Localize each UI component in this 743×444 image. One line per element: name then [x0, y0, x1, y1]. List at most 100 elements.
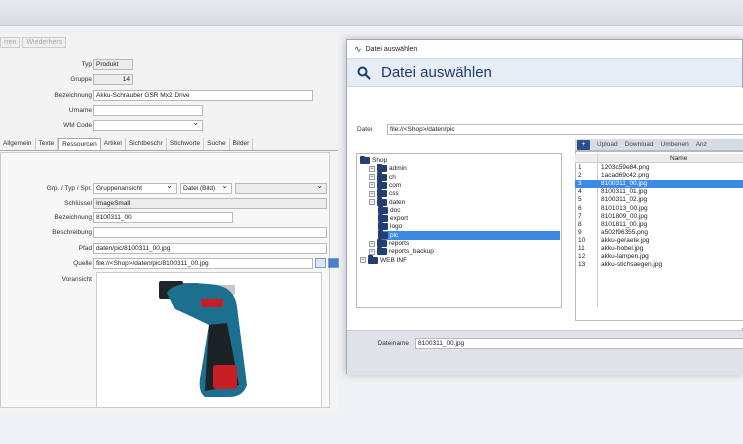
quelle-field[interactable]: file://<Shop>/daten/pic/8100311_00.jpg [93, 258, 313, 269]
expand-toggle[interactable]: + [369, 248, 375, 255]
file-name: akku-geraete.jpg [601, 236, 650, 244]
file-row[interactable]: 8 8101811_00.jpg [575, 221, 743, 229]
file-row[interactable]: 10 akku-geraete.jpg [575, 237, 743, 245]
file-row[interactable]: 2 1acad69c42.png [575, 172, 743, 180]
expand-toggle[interactable]: + [369, 165, 375, 172]
quelle-label: Quelle [73, 260, 92, 267]
folder-icon [368, 255, 378, 264]
urname-label: Urname [68, 107, 92, 114]
browse-button[interactable] [315, 258, 326, 268]
tab-artikel[interactable]: Artikel [101, 138, 126, 150]
beschreibung-field[interactable] [93, 227, 327, 238]
file-list-header: Name [575, 154, 743, 163]
file-row[interactable]: 13 akku-stichsaegen.jpg [575, 261, 743, 269]
file-row[interactable]: 1 1203c59e84.png [575, 164, 743, 172]
file-name: 1203c59e84.png [601, 164, 650, 171]
file-row[interactable]: 12 akku-lampen.jpg [575, 253, 743, 261]
gruppe-label: Gruppe [70, 76, 92, 83]
voransicht-label: Voransicht [61, 276, 92, 283]
file-name: akku-hobel.jpg [601, 245, 644, 252]
expand-toggle[interactable]: + [369, 190, 375, 197]
expand-toggle[interactable]: + [360, 257, 366, 264]
file-row-number: 9 [578, 228, 582, 236]
tab-suche[interactable]: Suche [204, 138, 230, 150]
tree-node-label: ch [389, 173, 396, 181]
gruppe-field[interactable]: 14 [93, 74, 133, 85]
typ-field[interactable]: Produkt [93, 59, 133, 70]
download-button[interactable]: Download [625, 141, 654, 148]
tree-node-label: reports [389, 240, 410, 247]
tree-node-label: pic [390, 231, 399, 239]
restore-button[interactable]: Wiederhers [22, 37, 67, 48]
tab-stichworte[interactable]: Stichworte [167, 138, 205, 150]
rename-button[interactable]: rren [0, 37, 21, 48]
dialog-header: Datei auswählen [347, 59, 742, 87]
beschreibung-label: Beschreibung [52, 229, 92, 236]
tab-sichtbeschr[interactable]: Sichtbeschr [126, 138, 167, 150]
view-button[interactable]: Anz [696, 141, 707, 148]
expand-toggle[interactable]: − [369, 199, 375, 205]
drill-image [159, 281, 247, 397]
schluessel-field[interactable]: ImageSmall [93, 198, 327, 209]
res-bezeichnung-field[interactable]: 8100311_00 [93, 212, 233, 223]
folder-icon [360, 155, 370, 164]
tab-ressourcen[interactable]: Ressourcen [58, 138, 101, 150]
tab-allgemein[interactable]: Allgemein [0, 138, 36, 150]
search-icon [357, 66, 371, 80]
file-row-number: 8 [578, 220, 582, 228]
tree-node-web-inf[interactable]: + WEB INF [360, 255, 407, 265]
file-row-number: 6 [578, 204, 582, 212]
open-button[interactable] [328, 258, 339, 268]
wmcode-select[interactable] [93, 120, 203, 131]
filename-field[interactable]: 8100311_00.jpg [415, 338, 743, 349]
upload-button[interactable]: Upload [597, 141, 618, 148]
bezeichnung-field[interactable]: Akku-Schrauber GSR Mx2 Drive [93, 90, 313, 101]
file-row[interactable]: 3 8100311_00.jpg [575, 180, 743, 189]
dialog-titlebar: ∿ Datei auswählen [347, 40, 742, 59]
file-row[interactable]: 4 8100311_01.jpg [575, 188, 743, 196]
expand-toggle[interactable]: + [369, 240, 375, 247]
tab-bilder[interactable]: Bilder [230, 138, 254, 150]
dialog-footer: Dateiname 8100311_00.jpg [347, 330, 743, 375]
file-row-number: 12 [578, 253, 586, 261]
grp-label: Grp. / Typ / Spr. [46, 185, 92, 192]
file-name: 8101809_00.jpg [601, 212, 648, 220]
typ-select[interactable]: Datei (Bild) [180, 183, 232, 194]
file-row-number: 1 [578, 164, 582, 171]
file-row[interactable]: 6 8101013_00.jpg [575, 205, 743, 213]
dialog-title: Datei auswählen [365, 45, 418, 53]
tab-texte[interactable]: Texte [36, 138, 59, 150]
col-name[interactable]: Name [670, 155, 687, 162]
gruppenansicht-select[interactable]: Gruppenansicht [93, 183, 177, 194]
app-icon: ∿ [354, 43, 362, 54]
file-row[interactable]: 7 8101809_00.jpg [575, 213, 743, 221]
tree-node-label: export [390, 215, 409, 223]
folder-icon [377, 238, 387, 247]
file-name: akku-stichsaegen.jpg [601, 261, 663, 269]
file-toolbar: + Upload Download Umbenen Anz [575, 139, 743, 151]
file-row-number: 4 [578, 188, 582, 196]
pfad-field[interactable]: daten/pic/8100311_00.jpg [93, 243, 327, 254]
file-row[interactable]: 11 akku-hobel.jpg [575, 245, 743, 253]
file-name: 1acad69c42.png [601, 172, 650, 180]
tree-node-label: logo [390, 223, 403, 231]
new-folder-icon[interactable]: + [577, 139, 590, 150]
wmcode-label: WM Code [63, 122, 92, 129]
file-row-number: 13 [578, 261, 586, 269]
folder-icon [378, 230, 388, 239]
rename-file-button[interactable]: Umbenen [661, 141, 689, 148]
bezeichnung-label: Bezeichnung [54, 92, 92, 99]
tree-node-label: doc [390, 206, 401, 214]
expand-toggle[interactable]: + [369, 174, 375, 181]
file-row-number: 11 [578, 245, 585, 252]
sprache-select[interactable] [235, 183, 327, 194]
folder-icon [377, 246, 387, 256]
expand-toggle[interactable]: + [369, 182, 375, 189]
file-row[interactable]: 5 8100311_02.jpg [575, 196, 743, 204]
file-row[interactable]: 9 a502f96355.png [575, 229, 743, 237]
file-row-number: 10 [578, 236, 586, 244]
folder-tree: Shop + admin + ch + com + css − daten doc export logo… [356, 153, 562, 308]
path-field[interactable]: file://<Shop>/daten/pic [387, 124, 743, 135]
filename-label: Dateiname [377, 340, 409, 347]
urname-field[interactable] [93, 105, 203, 116]
